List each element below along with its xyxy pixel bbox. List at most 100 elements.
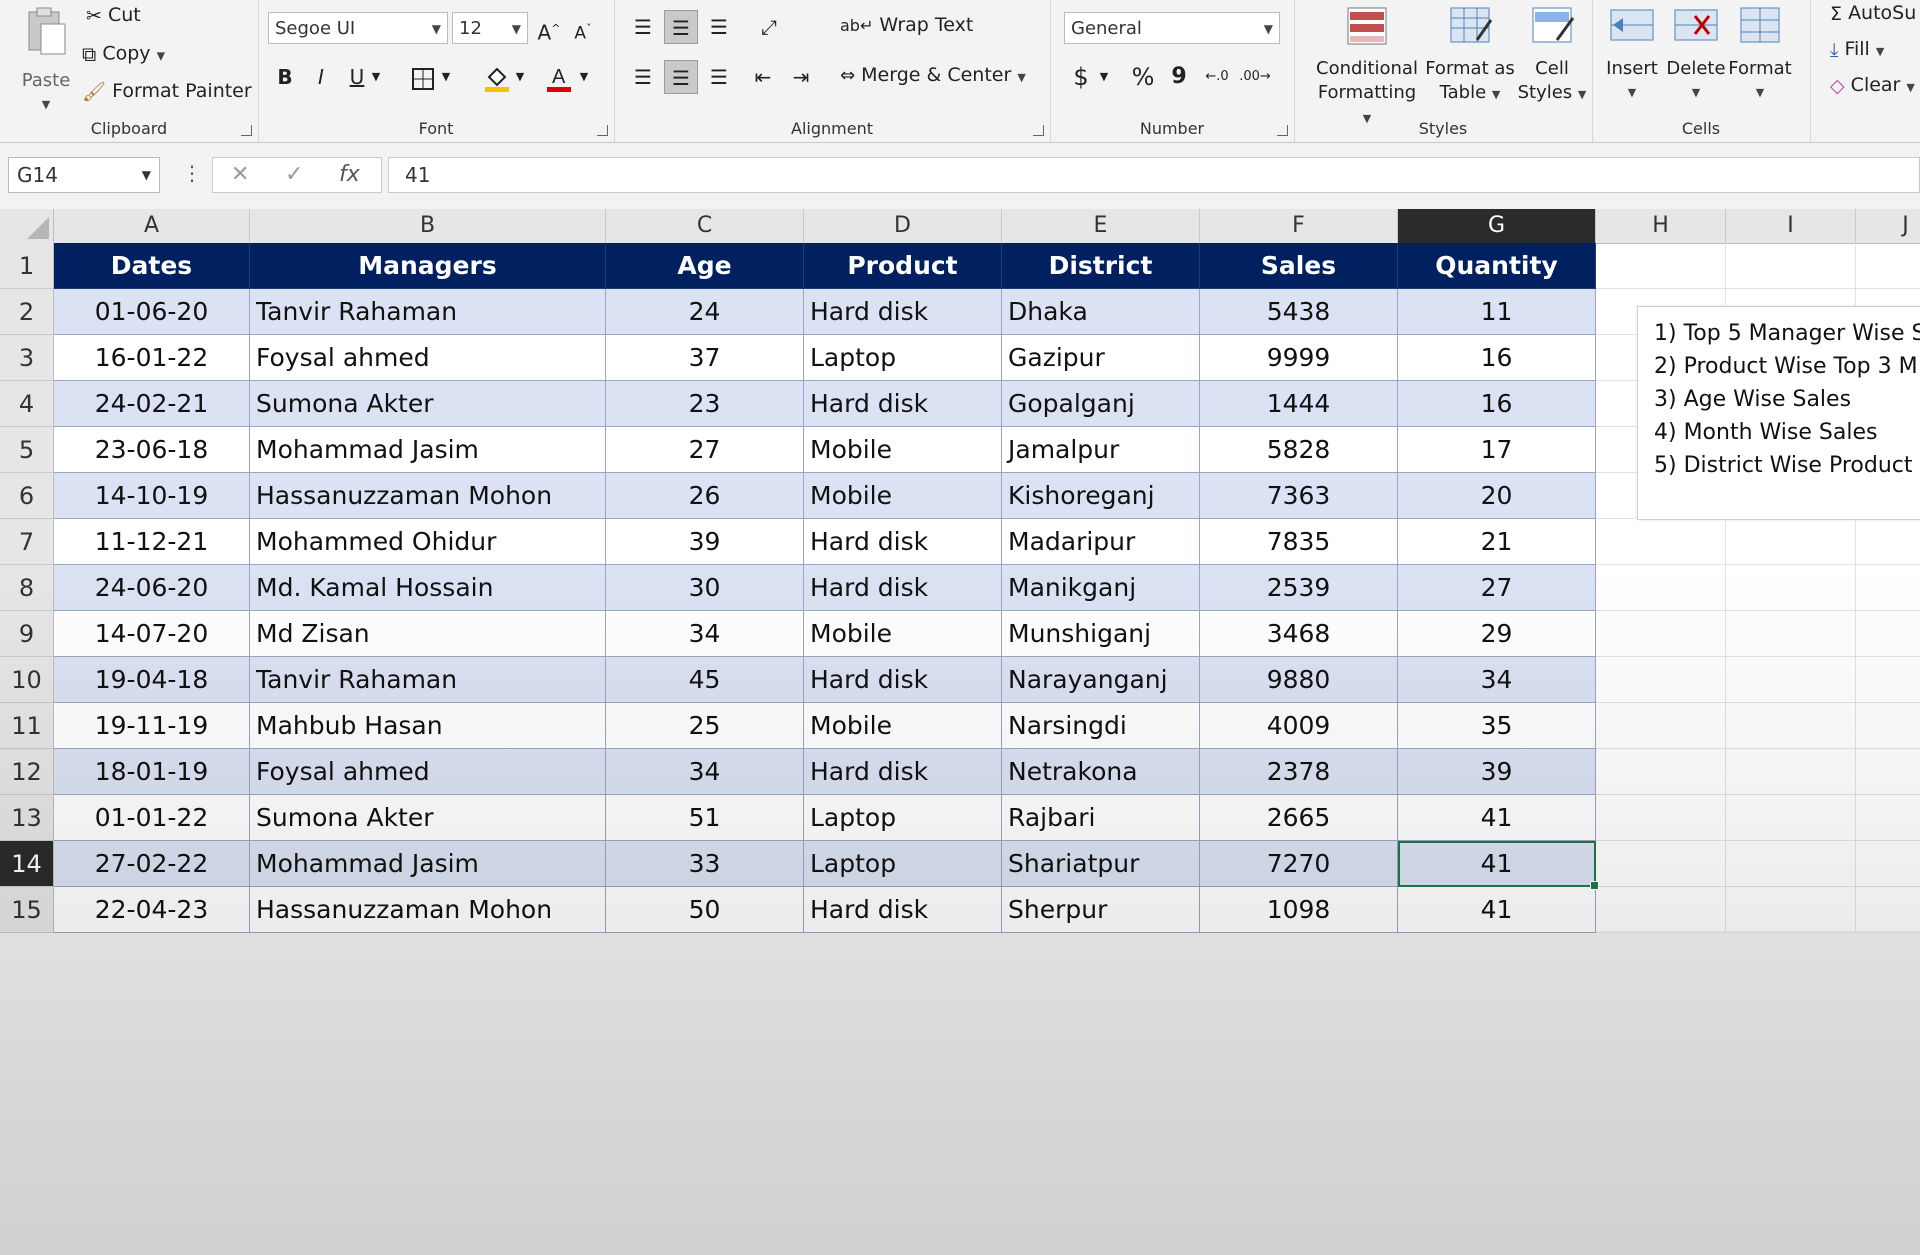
empty-cell[interactable] bbox=[1856, 887, 1920, 933]
format-button[interactable]: Format ▼ bbox=[1728, 6, 1792, 105]
insert-function-icon[interactable]: fx bbox=[339, 162, 360, 187]
currency-button[interactable]: $ bbox=[1064, 60, 1098, 94]
align-right-button[interactable]: ☰ bbox=[702, 60, 736, 94]
clear-button[interactable]: ◇ Clear ▼ bbox=[1830, 74, 1915, 97]
copy-button[interactable]: ⧉ Copy ▼ bbox=[82, 42, 165, 66]
column-header-d[interactable]: D bbox=[804, 209, 1002, 243]
empty-cell[interactable] bbox=[1856, 657, 1920, 703]
table-cell[interactable]: Mohammed Ohidur bbox=[250, 519, 606, 565]
table-cell[interactable]: 24-02-21 bbox=[54, 381, 250, 427]
empty-cell[interactable] bbox=[1856, 519, 1920, 565]
empty-cell[interactable] bbox=[1596, 795, 1726, 841]
table-cell[interactable]: 25 bbox=[606, 703, 804, 749]
empty-cell[interactable] bbox=[1596, 565, 1726, 611]
table-header-cell[interactable]: Dates bbox=[54, 243, 250, 289]
table-cell[interactable]: Jamalpur bbox=[1002, 427, 1200, 473]
table-cell[interactable]: 14-07-20 bbox=[54, 611, 250, 657]
empty-cell[interactable] bbox=[1856, 795, 1920, 841]
table-cell[interactable]: 18-01-19 bbox=[54, 749, 250, 795]
table-cell[interactable]: Hassanuzzaman Mohon bbox=[250, 887, 606, 933]
table-header-cell[interactable]: Age bbox=[606, 243, 804, 289]
empty-cell[interactable] bbox=[1856, 703, 1920, 749]
empty-cell[interactable] bbox=[1596, 703, 1726, 749]
merge-center-button[interactable]: ⇔ Merge & Center ▼ bbox=[840, 64, 1026, 86]
table-cell[interactable]: 39 bbox=[1398, 749, 1596, 795]
empty-cell[interactable] bbox=[1596, 749, 1726, 795]
font-size-select[interactable]: 12 ▼ bbox=[452, 12, 528, 44]
row-header[interactable]: 5 bbox=[0, 427, 54, 473]
table-cell[interactable]: 37 bbox=[606, 335, 804, 381]
table-cell[interactable]: 35 bbox=[1398, 703, 1596, 749]
table-cell[interactable]: Sumona Akter bbox=[250, 795, 606, 841]
table-cell[interactable]: 19-04-18 bbox=[54, 657, 250, 703]
table-cell[interactable]: 01-01-22 bbox=[54, 795, 250, 841]
table-cell[interactable]: 21 bbox=[1398, 519, 1596, 565]
empty-cell[interactable] bbox=[1596, 887, 1726, 933]
table-cell[interactable]: 17 bbox=[1398, 427, 1596, 473]
table-cell[interactable]: 4009 bbox=[1200, 703, 1398, 749]
table-cell[interactable]: 39 bbox=[606, 519, 804, 565]
row-header[interactable]: 1 bbox=[0, 243, 54, 289]
row-header[interactable]: 15 bbox=[0, 887, 54, 933]
font-color-button[interactable]: A bbox=[542, 60, 576, 94]
fill-button[interactable]: ⤓ Fill ▼ bbox=[1830, 38, 1884, 61]
table-cell[interactable]: Mobile bbox=[804, 611, 1002, 657]
table-cell[interactable]: 23 bbox=[606, 381, 804, 427]
table-cell[interactable]: Laptop bbox=[804, 335, 1002, 381]
row-header[interactable]: 12 bbox=[0, 749, 54, 795]
table-header-cell[interactable]: Managers bbox=[250, 243, 606, 289]
table-cell[interactable]: 9999 bbox=[1200, 335, 1398, 381]
table-cell[interactable]: Sherpur bbox=[1002, 887, 1200, 933]
table-cell[interactable]: 23-06-18 bbox=[54, 427, 250, 473]
table-header-cell[interactable]: District bbox=[1002, 243, 1200, 289]
empty-cell[interactable] bbox=[1856, 749, 1920, 795]
italic-button[interactable]: I bbox=[304, 60, 338, 94]
row-header[interactable]: 13 bbox=[0, 795, 54, 841]
name-box[interactable]: G14 ▼ bbox=[8, 157, 160, 193]
fill-color-dropdown[interactable]: ▼ bbox=[510, 60, 530, 94]
table-cell[interactable]: Shariatpur bbox=[1002, 841, 1200, 887]
conditional-formatting-button[interactable]: Conditional Formatting ▼ bbox=[1312, 6, 1422, 131]
table-cell[interactable]: Mohammad Jasim bbox=[250, 841, 606, 887]
table-cell[interactable]: 7270 bbox=[1200, 841, 1398, 887]
currency-dropdown[interactable]: ▼ bbox=[1094, 60, 1114, 94]
table-cell[interactable]: Tanvir Rahaman bbox=[250, 657, 606, 703]
fill-color-button[interactable] bbox=[480, 60, 514, 94]
align-center-button[interactable]: ☰ bbox=[664, 60, 698, 94]
row-header[interactable]: 14 bbox=[0, 841, 54, 887]
align-bottom-button[interactable]: ☰ bbox=[702, 10, 736, 44]
table-cell[interactable]: Kishoreganj bbox=[1002, 473, 1200, 519]
table-cell[interactable]: 29 bbox=[1398, 611, 1596, 657]
table-cell[interactable]: Dhaka bbox=[1002, 289, 1200, 335]
row-header[interactable]: 11 bbox=[0, 703, 54, 749]
table-cell[interactable]: Netrakona bbox=[1002, 749, 1200, 795]
table-cell[interactable]: 20 bbox=[1398, 473, 1596, 519]
empty-cell[interactable] bbox=[1596, 243, 1726, 289]
decrease-indent-button[interactable]: ⇤ bbox=[746, 60, 780, 94]
shrink-font-button[interactable]: Aˇ bbox=[566, 12, 600, 46]
table-cell[interactable]: 41 bbox=[1398, 795, 1596, 841]
format-painter-button[interactable]: 🖌 Format Painter bbox=[82, 80, 252, 103]
number-format-select[interactable]: General ▼ bbox=[1064, 12, 1280, 44]
dialog-launcher-icon[interactable] bbox=[1033, 125, 1044, 136]
table-cell[interactable]: Laptop bbox=[804, 795, 1002, 841]
table-cell[interactable]: Narsingdi bbox=[1002, 703, 1200, 749]
empty-cell[interactable] bbox=[1596, 841, 1726, 887]
table-cell[interactable]: 5438 bbox=[1200, 289, 1398, 335]
table-cell[interactable]: 41 bbox=[1398, 887, 1596, 933]
table-cell[interactable]: Foysal ahmed bbox=[250, 335, 606, 381]
notes-textbox[interactable]: 1) Top 5 Manager Wise S 2) Product Wise … bbox=[1637, 306, 1920, 520]
row-header[interactable]: 7 bbox=[0, 519, 54, 565]
table-header-cell[interactable]: Sales bbox=[1200, 243, 1398, 289]
select-all-button[interactable] bbox=[0, 209, 54, 243]
empty-cell[interactable] bbox=[1726, 703, 1856, 749]
empty-cell[interactable] bbox=[1726, 841, 1856, 887]
align-middle-button[interactable]: ☰ bbox=[664, 10, 698, 44]
table-cell[interactable]: Madaripur bbox=[1002, 519, 1200, 565]
borders-dropdown[interactable]: ▼ bbox=[436, 60, 456, 94]
increase-decimal-button[interactable]: ←.0 bbox=[1200, 60, 1234, 94]
empty-cell[interactable] bbox=[1726, 519, 1856, 565]
dialog-launcher-icon[interactable] bbox=[597, 125, 608, 136]
table-cell[interactable]: 27 bbox=[1398, 565, 1596, 611]
table-cell[interactable]: 34 bbox=[606, 749, 804, 795]
